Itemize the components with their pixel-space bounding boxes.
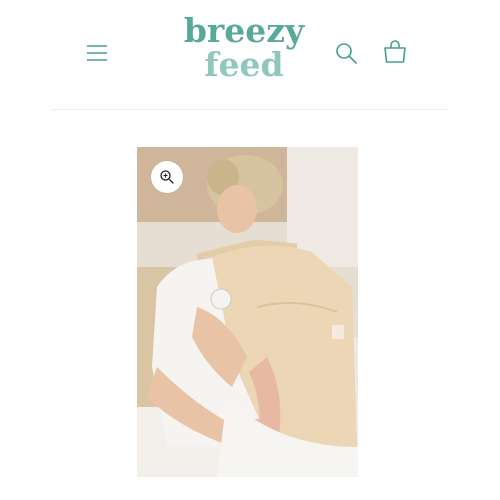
zoom-in-icon [160, 170, 174, 184]
zoom-button[interactable] [151, 161, 183, 193]
site-header: breezy feed [0, 0, 500, 110]
logo-word-breezy: breezy [183, 11, 305, 50]
search-icon [336, 43, 357, 64]
header-divider [52, 109, 448, 110]
logo-word-feed: feed [204, 45, 284, 84]
brand-logo[interactable]: breezy feed [182, 14, 306, 86]
product-photo [137, 147, 358, 477]
search-button[interactable] [331, 38, 361, 68]
hamburger-menu-icon [87, 45, 107, 61]
product-image[interactable] [137, 147, 358, 477]
cart-button[interactable] [380, 37, 410, 67]
cart-icon [384, 40, 406, 63]
page: breezy feed [0, 0, 500, 500]
menu-button[interactable] [82, 38, 112, 68]
